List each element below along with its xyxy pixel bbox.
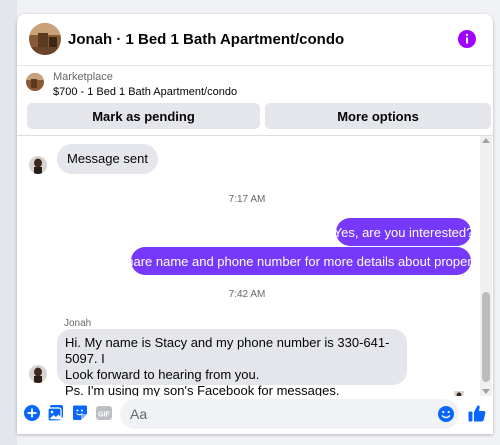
message-text: Yes, are you interested?: [333, 224, 474, 240]
conversation-title[interactable]: Jonah · 1 Bed 1 Bath Apartment/condo: [68, 31, 344, 48]
scroll-down-arrow-icon[interactable]: [482, 389, 490, 394]
gif-icon[interactable]: GIF: [95, 404, 113, 422]
outgoing-message-bubble[interactable]: Yes, are you interested?: [333, 218, 474, 246]
chat-header: Jonah · 1 Bed 1 Bath Apartment/condo: [17, 14, 493, 66]
scroll-up-arrow-icon[interactable]: [482, 138, 490, 143]
sender-name: Jonah: [64, 318, 92, 329]
message-text: Share name and phone number for more det…: [117, 253, 485, 269]
incoming-message-bubble[interactable]: Hi. My name is Stacy and my phone number…: [57, 329, 407, 398]
message-input-container[interactable]: [120, 399, 459, 429]
sender-avatar[interactable]: [29, 365, 47, 383]
timestamp: 7:17 AM: [228, 194, 266, 205]
chat-window: Jonah · 1 Bed 1 Bath Apartment/condo Mar…: [17, 14, 493, 434]
message-line: Hi. My name is Stacy and my phone number…: [65, 335, 390, 366]
plus-circle-icon[interactable]: [23, 404, 41, 422]
message-composer: GIF: [17, 396, 493, 434]
message-list[interactable]: Message sent 7:17 AM Yes, are you intere…: [17, 136, 493, 398]
header-avatar[interactable]: [29, 23, 61, 55]
like-thumb-icon[interactable]: [467, 403, 487, 423]
photo-icon[interactable]: [47, 404, 65, 422]
info-icon[interactable]: [458, 30, 476, 48]
background-panel: [0, 0, 17, 445]
listing-title[interactable]: $700 - 1 Bed 1 Bath Apartment/condo: [53, 86, 237, 98]
marketplace-label: Marketplace: [53, 71, 113, 83]
timestamp: 7:42 AM: [228, 289, 266, 300]
emoji-icon[interactable]: [437, 405, 455, 423]
incoming-message-bubble[interactable]: Message sent: [57, 144, 158, 174]
message-text: Message sent: [67, 151, 148, 166]
sender-avatar[interactable]: [29, 156, 47, 174]
svg-text:GIF: GIF: [98, 412, 110, 419]
more-options-button[interactable]: More options: [265, 103, 491, 129]
mark-as-pending-button[interactable]: Mark as pending: [27, 103, 260, 129]
message-input[interactable]: [130, 399, 430, 429]
scrollbar-thumb[interactable]: [482, 292, 490, 382]
marketplace-banner: Marketplace $700 - 1 Bed 1 Bath Apartmen…: [17, 66, 493, 136]
scrollbar[interactable]: [480, 136, 492, 396]
outgoing-message-bubble[interactable]: Share name and phone number for more det…: [118, 247, 484, 275]
sticker-icon[interactable]: [71, 404, 89, 422]
listing-thumbnail[interactable]: [26, 73, 44, 91]
message-line: Look forward to hearing from you.: [65, 367, 260, 382]
